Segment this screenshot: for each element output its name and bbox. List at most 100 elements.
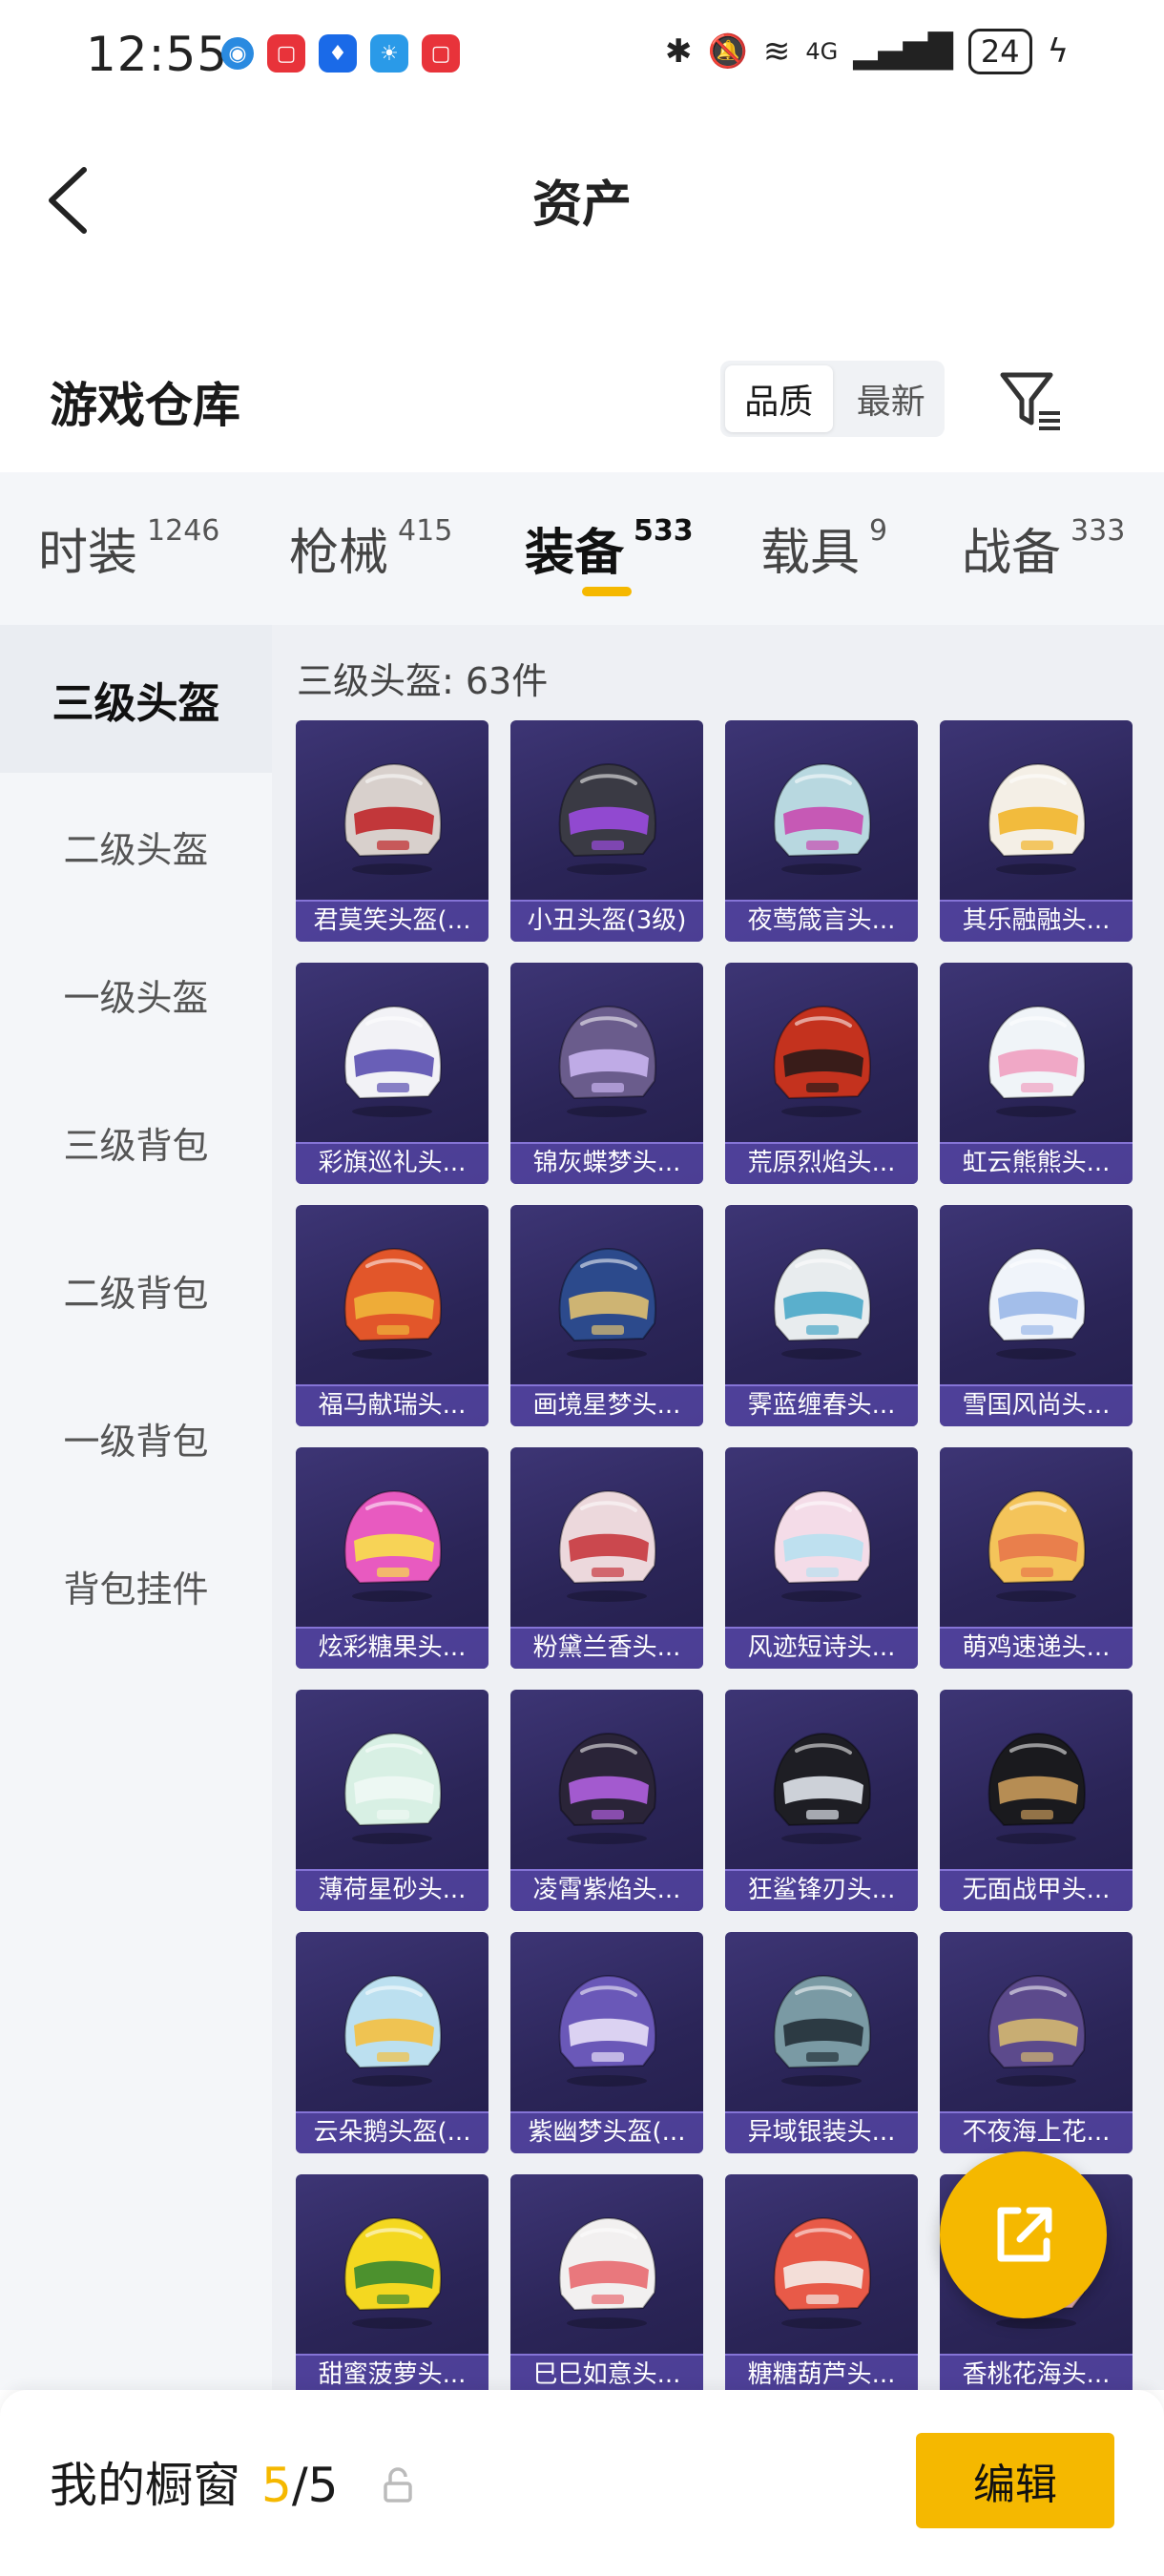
helmet-card[interactable]: 夜莺箴言头... — [725, 720, 918, 942]
helmet-card[interactable]: 彩旗巡礼头... — [296, 963, 488, 1184]
helmet-icon — [343, 762, 442, 875]
sort-quality-button[interactable]: 品质 — [725, 365, 833, 432]
sidebar-item-lv1-backpack[interactable]: 一级背包 — [0, 1364, 272, 1512]
item-grid-panel: 三级头盔: 63件 君莫笑头盔(... 小丑头盔(3级) 夜莺箴言头... 其乐融融头… — [272, 625, 1164, 2390]
helmet-name: 小丑头盔(3级) — [527, 906, 687, 935]
signal-icon: ▂▄▆█ — [853, 32, 953, 71]
sidebar-item-backpack-pendant[interactable]: 背包挂件 — [0, 1512, 272, 1660]
sidebar-item-lv3-helmet[interactable]: 三级头盔 — [0, 625, 272, 773]
tab-equipment[interactable]: 装备 533 — [525, 512, 694, 584]
filter-icon[interactable] — [997, 367, 1064, 434]
helmet-card[interactable]: 凌霄紫焰头... — [510, 1690, 703, 1911]
helmet-card[interactable]: 无面战甲头... — [940, 1690, 1133, 1911]
helmet-card[interactable]: 君莫笑头盔(... — [296, 720, 488, 942]
showcase-count-current: 5 — [261, 2458, 292, 2513]
sidebar-item-lv2-helmet[interactable]: 二级头盔 — [0, 773, 272, 921]
helmet-name: 画境星梦头... — [532, 1391, 681, 1420]
helmet-name: 无面战甲头... — [962, 1876, 1111, 1904]
helmet-icon — [558, 1005, 656, 1117]
tab-label: 载具 — [760, 525, 861, 582]
tab-label: 装备 — [525, 525, 625, 582]
page-title: 资产 — [531, 177, 632, 234]
tab-count: 533 — [634, 514, 694, 548]
weather-app-icon: ☀ — [370, 34, 408, 73]
sidebar-item-lv2-backpack[interactable]: 二级背包 — [0, 1216, 272, 1364]
helmet-name: 薄荷星砂头... — [318, 1876, 467, 1904]
tab-firearms[interactable]: 枪械 415 — [289, 512, 452, 584]
wifi-icon: ≋ — [762, 32, 791, 71]
helmet-card[interactable]: 荒原烈焰头... — [725, 963, 918, 1184]
app-notification-icon-2: ▢ — [422, 34, 460, 73]
sort-latest-button[interactable]: 最新 — [838, 361, 946, 437]
active-tab-indicator — [582, 587, 632, 596]
sidebar-item-lv3-backpack[interactable]: 三级背包 — [0, 1069, 272, 1216]
showcase-count-total: 5 — [307, 2458, 339, 2513]
tab-count: 333 — [1070, 514, 1126, 548]
helmet-card[interactable]: 云朵鹅头盔(... — [296, 1932, 488, 2153]
helmet-icon — [987, 1974, 1086, 2087]
helmet-name: 云朵鹅头盔(... — [313, 2118, 471, 2147]
helmet-card[interactable]: 巳巳如意头... — [510, 2174, 703, 2390]
helmet-card[interactable]: 福马献瑞头... — [296, 1205, 488, 1426]
helmet-name: 雪国风尚头... — [962, 1391, 1111, 1420]
helmet-icon — [773, 1005, 871, 1117]
edit-button[interactable]: 编辑 — [916, 2433, 1114, 2528]
tab-label: 枪械 — [289, 525, 389, 582]
helmet-card[interactable]: 雪国风尚头... — [940, 1205, 1133, 1426]
helmet-name: 香桃花海头... — [962, 2360, 1111, 2389]
helmet-name: 夜莺箴言头... — [747, 906, 896, 935]
helmet-card[interactable]: 粉黛兰香头... — [510, 1447, 703, 1669]
helmet-icon — [987, 1005, 1086, 1117]
category-tabs: 时装 1246 枪械 415 装备 533 载具 9 战备 333 — [0, 472, 1164, 625]
helmet-icon — [773, 1974, 871, 2087]
bottom-bar: 我的橱窗 5/5 编辑 — [0, 2390, 1164, 2576]
helmet-card[interactable]: 画境星梦头... — [510, 1205, 703, 1426]
tab-count: 9 — [869, 514, 888, 548]
helmet-card[interactable]: 其乐融融头... — [940, 720, 1133, 942]
share-fab[interactable] — [940, 2151, 1107, 2318]
helmet-name: 不夜海上花... — [962, 2118, 1111, 2147]
helmet-name: 凌霄紫焰头... — [532, 1876, 681, 1904]
sidebar-item-lv1-helmet[interactable]: 一级头盔 — [0, 921, 272, 1069]
helmet-icon — [343, 1005, 442, 1117]
helmet-card[interactable]: 糖糖葫芦头... — [725, 2174, 918, 2390]
helmet-icon — [773, 2216, 871, 2329]
helmet-card[interactable]: 薄荷星砂头... — [296, 1690, 488, 1911]
helmet-icon — [343, 2216, 442, 2329]
helmet-name: 紫幽梦头盔(... — [528, 2118, 686, 2147]
helmet-card[interactable]: 炫彩糖果头... — [296, 1447, 488, 1669]
helmet-name: 锦灰蝶梦头... — [532, 1149, 681, 1177]
browser-icon: ◉ — [221, 37, 254, 70]
helmet-card[interactable]: 紫幽梦头盔(... — [510, 1932, 703, 2153]
helmet-icon — [558, 1247, 656, 1360]
tab-count: 1246 — [147, 514, 220, 548]
helmet-name: 萌鸡速递头... — [962, 1633, 1111, 1662]
item-count-label: 三级头盔: 63件 — [297, 660, 549, 702]
tab-fashion[interactable]: 时装 1246 — [38, 512, 219, 584]
helmet-icon — [773, 762, 871, 875]
helmet-name: 霁蓝缠春头... — [747, 1391, 896, 1420]
helmet-card[interactable]: 狂鲨锋刃头... — [725, 1690, 918, 1911]
tab-label: 战备 — [962, 525, 1062, 582]
tab-count: 415 — [398, 514, 453, 548]
helmet-card[interactable]: 不夜海上花... — [940, 1932, 1133, 2153]
showcase-count: 5/5 — [261, 2458, 338, 2513]
helmet-card[interactable]: 小丑头盔(3级) — [510, 720, 703, 942]
subcategory-sidebar: 三级头盔 二级头盔 一级头盔 三级背包 二级背包 一级背包 背包挂件 — [0, 625, 272, 2390]
tab-combat-gear[interactable]: 战备 333 — [962, 512, 1125, 584]
status-bar: 12:55 ◉ ▢ ♦ ☀ ▢ ✱ 🔕 ≋ 4G ▂▄▆█ 24 ϟ — [0, 0, 1164, 114]
helmet-card[interactable]: 锦灰蝶梦头... — [510, 963, 703, 1184]
tab-vehicles[interactable]: 载具 9 — [760, 512, 887, 584]
helmet-name: 甜蜜菠萝头... — [318, 2360, 467, 2389]
helmet-icon — [987, 1247, 1086, 1360]
helmet-icon — [773, 1732, 871, 1844]
helmet-card[interactable]: 甜蜜菠萝头... — [296, 2174, 488, 2390]
helmet-icon — [987, 762, 1086, 875]
notification-icons: ◉ ▢ ♦ ☀ ▢ — [221, 34, 460, 73]
helmet-card[interactable]: 风迹短诗头... — [725, 1447, 918, 1669]
helmet-card[interactable]: 异域银装头... — [725, 1932, 918, 2153]
helmet-card[interactable]: 萌鸡速递头... — [940, 1447, 1133, 1669]
helmet-card[interactable]: 虹云熊熊头... — [940, 963, 1133, 1184]
helmet-card[interactable]: 霁蓝缠春头... — [725, 1205, 918, 1426]
helmet-icon — [558, 1489, 656, 1602]
